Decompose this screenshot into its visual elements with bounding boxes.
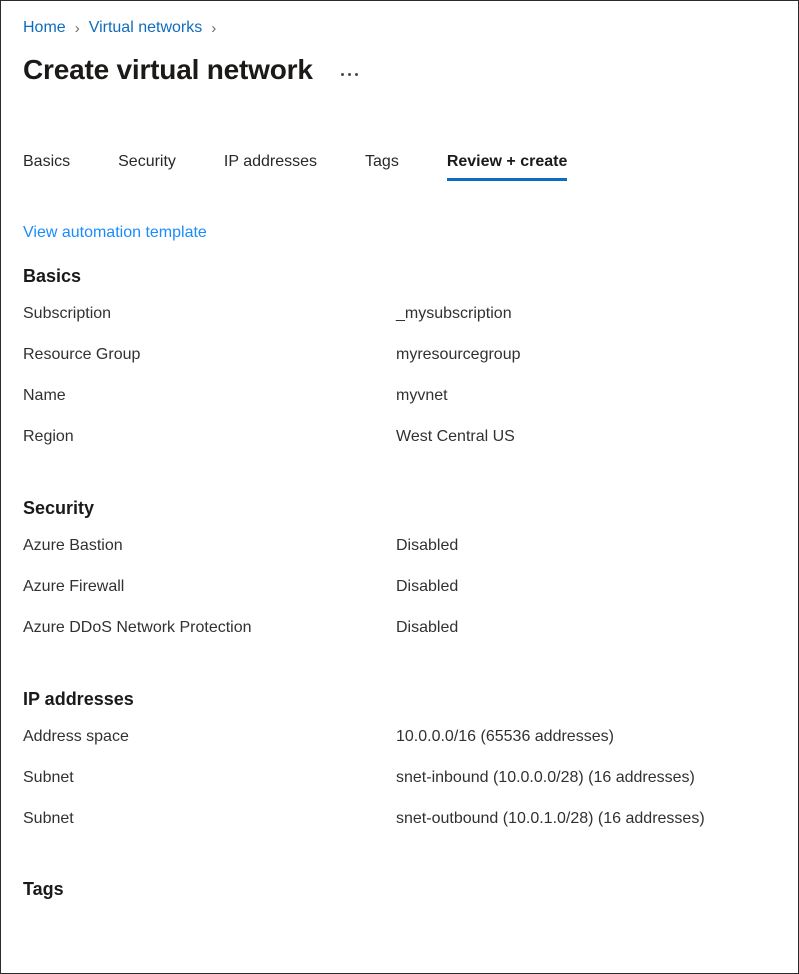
tab-tags[interactable]: Tags [365, 153, 399, 181]
review-row-region: Region West Central US [23, 428, 776, 469]
review-row-subnet-inbound: Subnet snet-inbound (10.0.0.0/28) (16 ad… [23, 769, 776, 810]
row-label: Subnet [23, 769, 396, 787]
row-label: Address space [23, 728, 396, 746]
tab-ip-addresses[interactable]: IP addresses [224, 153, 317, 181]
row-value: Disabled [396, 578, 458, 596]
row-value: _mysubscription [396, 305, 512, 323]
section-ip-addresses: IP addresses Address space 10.0.0.0/16 (… [23, 689, 776, 851]
review-row-azure-ddos-network-protection: Azure DDoS Network Protection Disabled [23, 619, 776, 660]
row-label: Resource Group [23, 346, 396, 364]
section-heading-security: Security [23, 498, 776, 519]
section-tags: Tags [23, 879, 776, 900]
review-row-azure-bastion: Azure Bastion Disabled [23, 537, 776, 578]
view-automation-template-link[interactable]: View automation template [23, 224, 207, 242]
row-value: Disabled [396, 619, 458, 637]
section-heading-basics: Basics [23, 266, 776, 287]
tab-security[interactable]: Security [118, 153, 176, 181]
breadcrumb-separator-icon: › [75, 21, 80, 36]
row-label: Subscription [23, 305, 396, 323]
section-basics: Basics Subscription _mysubscription Reso… [23, 266, 776, 469]
section-heading-ip-addresses: IP addresses [23, 689, 776, 710]
row-value: snet-inbound (10.0.0.0/28) (16 addresses… [396, 769, 695, 787]
row-label: Azure Firewall [23, 578, 396, 596]
review-row-subscription: Subscription _mysubscription [23, 305, 776, 346]
review-row-address-space: Address space 10.0.0.0/16 (65536 address… [23, 728, 776, 769]
breadcrumb-item-home[interactable]: Home [23, 19, 66, 37]
row-value: 10.0.0.0/16 (65536 addresses) [396, 728, 614, 746]
tab-bar: Basics Security IP addresses Tags Review… [23, 141, 776, 181]
page-content: Home › Virtual networks › Create virtual… [1, 1, 798, 900]
row-label: Name [23, 387, 396, 405]
row-value: West Central US [396, 428, 515, 446]
row-label: Azure Bastion [23, 537, 396, 555]
row-value: Disabled [396, 537, 458, 555]
title-row: Create virtual network [23, 53, 776, 87]
review-row-resource-group: Resource Group myresourcegroup [23, 346, 776, 387]
tab-basics[interactable]: Basics [23, 153, 70, 181]
more-options-icon[interactable] [337, 67, 362, 82]
row-value: snet-outbound (10.0.1.0/28) (16 addresse… [396, 810, 705, 828]
review-row-name: Name myvnet [23, 387, 776, 428]
section-security: Security Azure Bastion Disabled Azure Fi… [23, 498, 776, 660]
breadcrumb-item-virtual-networks[interactable]: Virtual networks [89, 19, 203, 37]
review-row-azure-firewall: Azure Firewall Disabled [23, 578, 776, 619]
breadcrumb-separator-icon: › [211, 21, 216, 36]
page-title: Create virtual network [23, 53, 313, 87]
ellipsis-dot [355, 73, 358, 76]
create-virtual-network-page: Home › Virtual networks › Create virtual… [0, 0, 799, 974]
row-value: myvnet [396, 387, 448, 405]
review-row-subnet-outbound: Subnet snet-outbound (10.0.1.0/28) (16 a… [23, 810, 776, 851]
row-label: Subnet [23, 810, 396, 828]
ellipsis-dot [348, 73, 351, 76]
row-value: myresourcegroup [396, 346, 521, 364]
row-label: Region [23, 428, 396, 446]
ellipsis-dot [341, 73, 344, 76]
row-label: Azure DDoS Network Protection [23, 619, 396, 637]
section-heading-tags: Tags [23, 879, 776, 900]
breadcrumb: Home › Virtual networks › [23, 1, 776, 43]
tab-review-create[interactable]: Review + create [447, 153, 568, 181]
